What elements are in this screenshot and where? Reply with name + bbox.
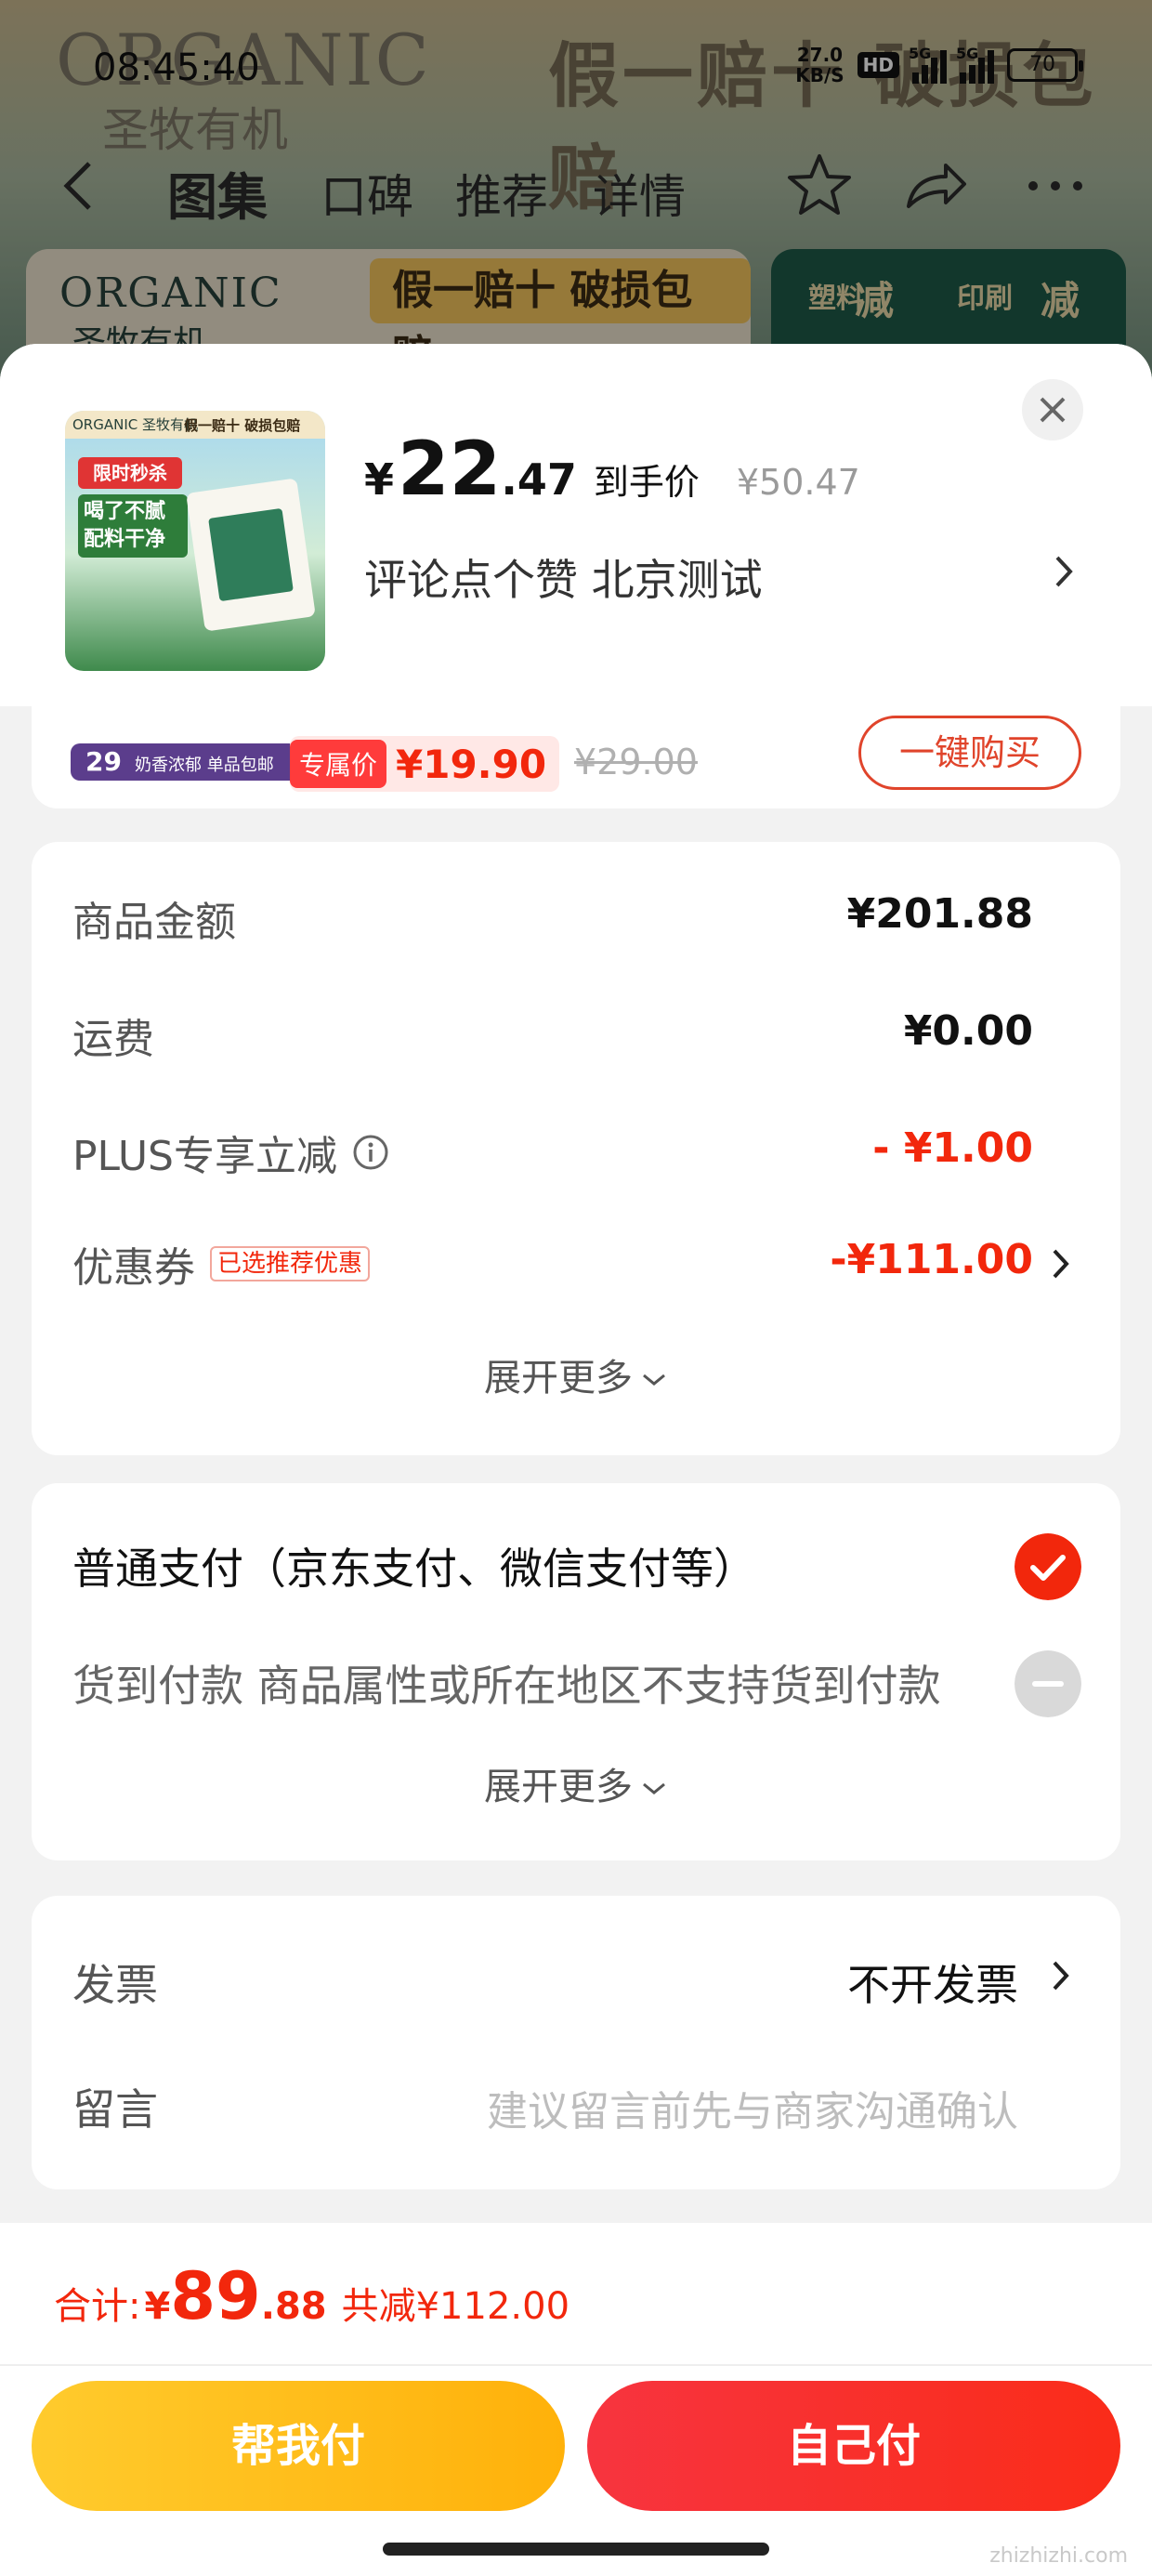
exclusive-price-value: ¥19.90 [396, 741, 547, 787]
price-row: ¥ 22 .47 到手价 ¥50.47 [364, 426, 860, 512]
row-shipping: 运费 ¥0.00 [72, 996, 1033, 1063]
upsell-tag: 29 奶香浓郁 单品包邮 [71, 743, 303, 781]
total-saved: 共减¥112.00 [341, 2285, 570, 2328]
product-box-image [186, 478, 316, 632]
one-click-buy-button[interactable]: 一键购买 [858, 716, 1081, 790]
checkout-footer: 合计: ¥ 89 .88 共减¥112.00 帮我付 自己付 zhizhizhi… [0, 2223, 1152, 2576]
row-value: -¥111.00 [830, 1236, 1033, 1283]
price-integer: 22 [398, 426, 502, 512]
row-label: 商品金额 [72, 899, 236, 946]
divider [0, 2364, 1152, 2366]
price-label: 到手价 [593, 462, 700, 503]
total-label: 合计: [54, 2285, 141, 2328]
coupon-badge: 已选推荐优惠 [210, 1246, 371, 1281]
check-icon[interactable] [1015, 1533, 1081, 1600]
thumb-title: 喝了不腻 配料干净 [78, 494, 188, 558]
chevron-right-icon[interactable] [1048, 1245, 1074, 1282]
payment-option-cod: 货到付款 商品属性或所在地区不支持货到付款 [72, 1661, 941, 1711]
expand-more-button[interactable]: 展开更多 [32, 1756, 1120, 1810]
payment-option-normal[interactable]: 普通支付（京东支付、微信支付等） [72, 1535, 756, 1597]
row-label: 优惠券 [72, 1244, 195, 1292]
payment-card: 普通支付（京东支付、微信支付等） 货到付款 商品属性或所在地区不支持货到付款 展… [32, 1483, 1120, 1860]
product-summary: ORGANIC 圣牧有机 假一赔十 破损包赔 限时秒杀 喝了不腻 配料干净 ¥ … [0, 344, 1152, 706]
thumb-slogan: 假一赔十 破损包赔 [184, 417, 301, 434]
self-pay-button[interactable]: 自己付 [587, 2381, 1120, 2511]
row-value: ¥201.88 [846, 890, 1033, 938]
exclusive-price: 专属价 ¥19.90 [290, 736, 560, 792]
expand-more-button[interactable]: 展开更多 [32, 1347, 1120, 1401]
spec-selector[interactable]: 评论点个赞 北京测试 [364, 546, 763, 608]
chevron-right-icon[interactable] [1048, 1957, 1074, 1994]
upsell-tag-sub: 奶香浓郁 单品包邮 [134, 756, 274, 775]
total-currency: ¥ [144, 2285, 171, 2328]
row-coupon[interactable]: 优惠券 已选推荐优惠 -¥111.00 [72, 1225, 1033, 1292]
info-icon[interactable] [352, 1134, 389, 1171]
thumb-sale-badge: 限时秒杀 [78, 457, 182, 489]
helper-pay-button[interactable]: 帮我付 [32, 2381, 565, 2511]
corner-watermark: zhizhizhi.com [989, 2544, 1128, 2568]
row-plus-discount: PLUS专享立减 - ¥1.00 [72, 1113, 1033, 1180]
invoice-label: 发票 [72, 1960, 158, 2010]
price-decimal: .47 [501, 454, 577, 505]
strike-price: ¥29.00 [574, 742, 698, 782]
invoice-value[interactable]: 不开发票 [847, 1952, 1018, 2013]
close-button[interactable] [1022, 379, 1083, 440]
exclusive-tag: 专属价 [290, 740, 387, 788]
invoice-card: 发票 不开发票 留言 建议留言前先与商家沟通确认 [32, 1896, 1120, 2189]
row-label: PLUS专享立减 [72, 1133, 337, 1180]
expand-more-label: 展开更多 [484, 1766, 633, 1808]
row-label-wrap: PLUS专享立减 [72, 1123, 389, 1182]
row-goods-amount: 商品金额 ¥201.88 [72, 879, 1033, 946]
amount-card: 商品金额 ¥201.88 运费 ¥0.00 PLUS专享立减 - ¥1.00 优… [32, 842, 1120, 1455]
product-thumbnail: ORGANIC 圣牧有机 假一赔十 破损包赔 限时秒杀 喝了不腻 配料干净 [65, 411, 325, 671]
total-row: 合计: ¥ 89 .88 共减¥112.00 [54, 2258, 569, 2334]
original-price: ¥50.47 [736, 462, 860, 503]
message-input[interactable]: 建议留言前先与商家沟通确认 [487, 2078, 1018, 2137]
close-icon [1040, 397, 1066, 423]
thumb-brand: ORGANIC 圣牧有机 [72, 416, 199, 433]
total-integer: 89 [170, 2258, 261, 2334]
upsell-tag-price: 29 [85, 746, 122, 777]
expand-more-label: 展开更多 [484, 1357, 633, 1400]
message-label: 留言 [72, 2084, 158, 2135]
chevron-down-icon [643, 1782, 665, 1794]
chevron-down-icon [643, 1373, 665, 1386]
disabled-icon [1015, 1650, 1081, 1717]
price-currency: ¥ [364, 454, 395, 505]
home-indicator[interactable] [383, 2543, 769, 2556]
total-decimal: .88 [260, 2285, 327, 2328]
dim-overlay[interactable] [0, 0, 1152, 390]
row-value: - ¥1.00 [872, 1124, 1033, 1172]
row-value: ¥0.00 [903, 1007, 1033, 1055]
row-label-wrap: 优惠券 已选推荐优惠 [72, 1234, 371, 1294]
chevron-right-icon[interactable] [1050, 550, 1078, 593]
row-label: 运费 [72, 1016, 154, 1063]
